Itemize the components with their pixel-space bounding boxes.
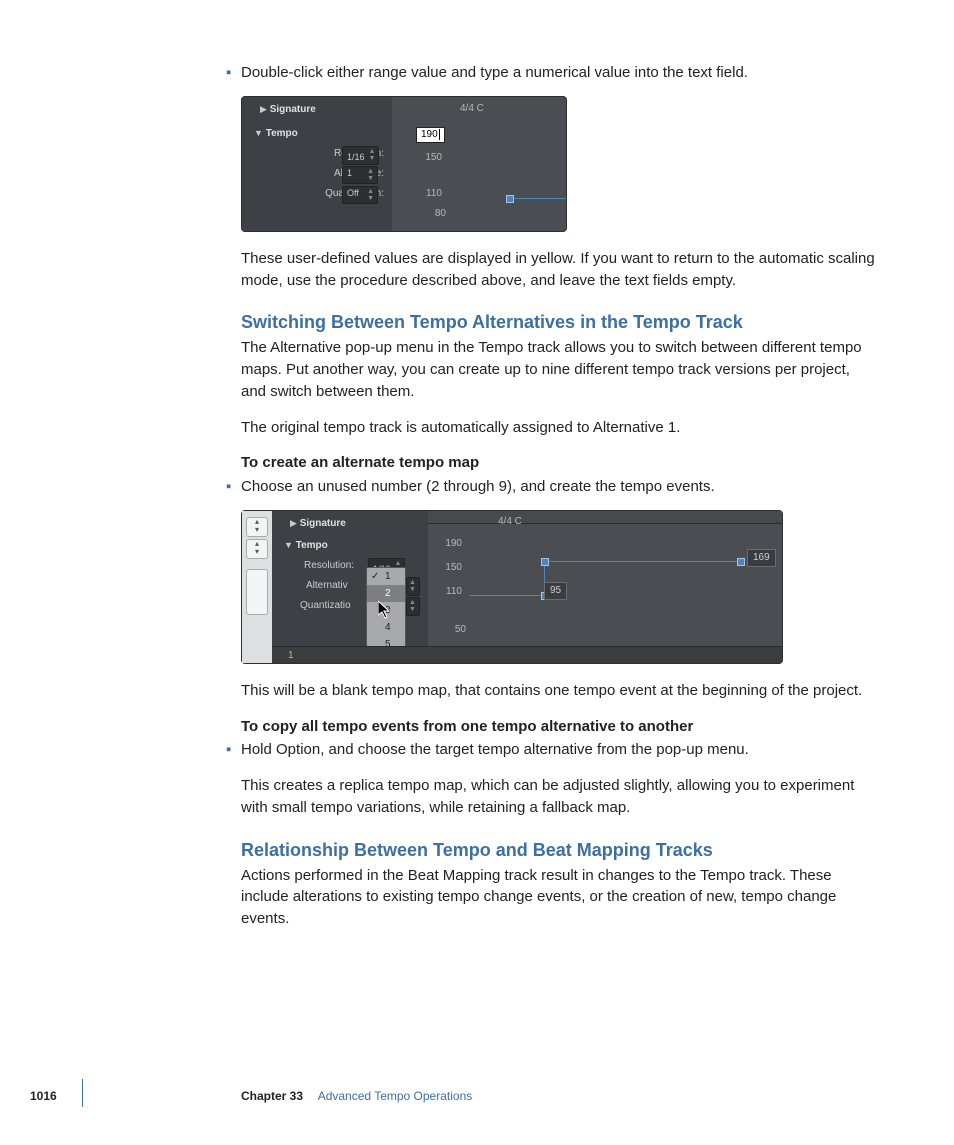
heading-switching-alternatives: Switching Between Tempo Alternatives in …: [241, 309, 877, 335]
scale-50: 50: [442, 623, 466, 638]
scale-110: 110: [438, 585, 462, 600]
resolution-label: Resolution:: [304, 559, 354, 574]
field-stepper[interactable]: ▲▼: [406, 597, 420, 616]
paragraph: These user-defined values are displayed …: [241, 248, 877, 292]
signature-label: Signature: [300, 518, 346, 529]
left-control-strip: ▴▾ ▴▾: [242, 511, 273, 663]
tempo-label: Tempo: [296, 540, 328, 551]
popup-stepper[interactable]: ▲▼: [406, 577, 420, 596]
signature-row[interactable]: ▶ Signature: [290, 517, 346, 532]
content-column: ▪ Double-click either range value and ty…: [241, 62, 877, 944]
bullet-marker: ▪: [226, 476, 241, 498]
page-number: 1016: [30, 1088, 57, 1105]
paragraph: The Alternative pop-up menu in the Tempo…: [241, 337, 877, 402]
bullet-item: ▪ Hold Option, and choose the target tem…: [226, 739, 877, 761]
alternative-value[interactable]: 1▲▼: [342, 166, 378, 184]
track-number: 1: [288, 649, 294, 664]
tempo-row[interactable]: ▼ Tempo: [284, 539, 328, 554]
tempo-flag-right: 169: [747, 549, 776, 568]
scale-190: 190: [438, 537, 462, 552]
bullet-text: Choose an unused number (2 through 9), a…: [241, 476, 877, 498]
paragraph: This creates a replica tempo map, which …: [241, 775, 877, 819]
ui-panel: ▶ Signature 4/4 C ▼ Tempo Resolution: 1/…: [241, 96, 567, 232]
tempo-line: [508, 198, 566, 199]
scale-150: 150: [418, 151, 442, 166]
stepper[interactable]: ▴▾: [246, 517, 268, 537]
bullet-marker: ▪: [226, 62, 241, 84]
disclosure-down-icon: ▼: [254, 128, 263, 138]
disclosure-right-icon: ▶: [260, 104, 267, 114]
timeline-ruler[interactable]: [428, 511, 782, 524]
paragraph: The original tempo track is automaticall…: [241, 417, 877, 439]
resolution-value[interactable]: 1/16▲▼: [342, 146, 379, 165]
popup-option-4[interactable]: 4: [367, 619, 405, 636]
tempo-node[interactable]: [737, 558, 745, 566]
ui-panel: ▴▾ ▴▾ ▶ Signature 4/4 C ▼ Tempo Resoluti…: [241, 510, 783, 664]
signature-label: Signature: [270, 104, 316, 115]
time-signature: 4/4 C: [498, 515, 522, 530]
tempo-row[interactable]: ▼ Tempo: [254, 127, 298, 142]
quantization-label: Quantizatio: [300, 599, 351, 614]
bottom-toolbar: 1: [272, 646, 782, 663]
bullet-text: Hold Option, and choose the target tempo…: [241, 739, 877, 761]
figure-tempo-edit: ▶ Signature 4/4 C ▼ Tempo Resolution: 1/…: [241, 96, 565, 230]
subheading-create-alternate: To create an alternate tempo map: [241, 452, 877, 474]
signature-row[interactable]: ▶ Signature: [260, 103, 316, 118]
footer-rule: [82, 1079, 83, 1107]
page: ▪ Double-click either range value and ty…: [0, 0, 954, 1145]
popup-option-1[interactable]: 1: [367, 568, 405, 585]
disclosure-right-icon: ▶: [290, 518, 297, 528]
alternative-label: Alternativ: [306, 579, 348, 594]
tempo-line: [544, 561, 740, 562]
bullet-item: ▪ Double-click either range value and ty…: [226, 62, 877, 84]
disclosure-down-icon: ▼: [284, 540, 293, 550]
time-signature: 4/4 C: [460, 102, 484, 117]
quantization-value[interactable]: Off▲▼: [342, 186, 378, 204]
stepper[interactable]: ▴▾: [246, 539, 268, 559]
subheading-copy-events: To copy all tempo events from one tempo …: [241, 716, 877, 738]
tempo-label: Tempo: [266, 128, 298, 139]
chapter-footer: Chapter 33 Advanced Tempo Operations: [241, 1088, 472, 1105]
tempo-node[interactable]: [506, 195, 514, 203]
figure-tempo-alternative-popup: ▴▾ ▴▾ ▶ Signature 4/4 C ▼ Tempo Resoluti…: [241, 510, 781, 662]
bullet-item: ▪ Choose an unused number (2 through 9),…: [226, 476, 877, 498]
paragraph: This will be a blank tempo map, that con…: [241, 680, 877, 702]
chapter-title: Advanced Tempo Operations: [318, 1089, 473, 1103]
tempo-max-input[interactable]: 190: [416, 127, 445, 143]
paragraph: Actions performed in the Beat Mapping tr…: [241, 865, 877, 930]
tempo-line: [470, 595, 544, 596]
heading-tempo-beatmap: Relationship Between Tempo and Beat Mapp…: [241, 837, 877, 863]
scale-150: 150: [438, 561, 462, 576]
tempo-flag-mid: 95: [544, 582, 567, 601]
chapter-label: Chapter 33: [241, 1089, 303, 1103]
scale-80: 80: [422, 207, 446, 222]
tempo-node[interactable]: [541, 558, 549, 566]
popup-option-2[interactable]: 2: [367, 585, 405, 602]
scale-110: 110: [418, 187, 442, 202]
page-footer: 1016 Chapter 33 Advanced Tempo Operation…: [0, 1081, 954, 1105]
tool-slot[interactable]: [246, 569, 268, 615]
bullet-marker: ▪: [226, 739, 241, 761]
bullet-text: Double-click either range value and type…: [241, 62, 877, 84]
